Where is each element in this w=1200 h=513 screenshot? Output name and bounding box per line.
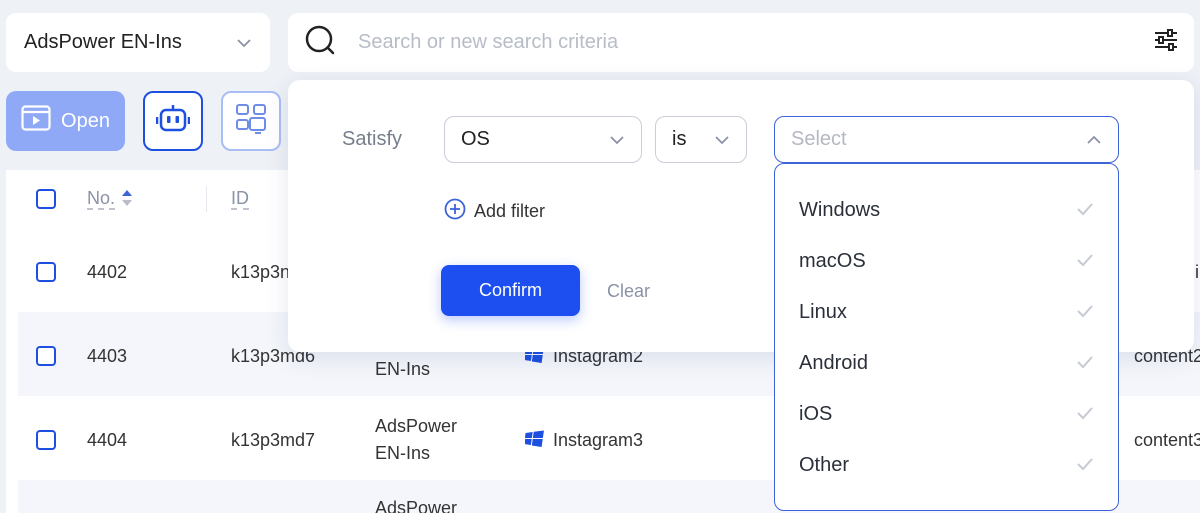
row-checkbox[interactable] — [36, 430, 56, 450]
option-other[interactable]: Other — [775, 440, 1118, 491]
option-label: Android — [799, 352, 868, 375]
check-icon — [1076, 403, 1094, 426]
column-divider — [206, 186, 207, 212]
row-checkbox[interactable] — [36, 262, 56, 282]
add-filter-label: Add filter — [474, 201, 545, 222]
clear-button[interactable]: Clear — [607, 281, 650, 302]
check-icon — [1076, 352, 1094, 375]
robot-icon — [156, 104, 190, 139]
search-bar[interactable]: Search or new search criteria — [288, 13, 1194, 72]
os-options-dropdown: Windows macOS Linux Android iOS Other — [774, 163, 1119, 511]
confirm-button[interactable]: Confirm — [441, 265, 580, 316]
option-windows[interactable]: Windows — [775, 185, 1118, 236]
chevron-down-icon — [609, 128, 625, 151]
window-sync-icon — [235, 103, 267, 140]
satisfy-label: Satisfy — [342, 128, 402, 151]
chevron-up-icon — [1086, 128, 1102, 151]
row-id: k13p3n — [231, 262, 290, 283]
option-ios[interactable]: iOS — [775, 389, 1118, 440]
browser-window-icon — [21, 105, 51, 137]
chevron-down-icon — [236, 31, 252, 54]
option-label: macOS — [799, 250, 866, 273]
option-linux[interactable]: Linux — [775, 287, 1118, 338]
row-name: Instagram3 — [553, 430, 643, 451]
filter-field-value: OS — [461, 128, 490, 151]
option-label: Windows — [799, 199, 880, 222]
check-icon — [1076, 454, 1094, 477]
option-android[interactable]: Android — [775, 338, 1118, 389]
filter-operator-value: is — [672, 128, 686, 151]
group-selector-value: AdsPower EN-Ins — [24, 31, 182, 54]
sync-button[interactable] — [221, 91, 281, 151]
row-group-suffix: EN-Ins — [375, 443, 430, 464]
row-no: 4404 — [87, 430, 127, 451]
filter-settings-icon[interactable] — [1154, 29, 1178, 56]
open-button[interactable]: Open — [6, 91, 125, 151]
group-selector[interactable]: AdsPower EN-Ins — [6, 13, 270, 72]
option-label: Linux — [799, 301, 847, 324]
filter-value-select[interactable]: Select — [774, 116, 1119, 163]
row-remark: content3 — [1134, 430, 1200, 451]
add-filter-button[interactable]: Add filter — [444, 198, 545, 225]
row-group: EN-Ins — [375, 359, 430, 380]
check-icon — [1076, 250, 1094, 273]
windows-icon — [525, 430, 545, 453]
column-header-no[interactable]: No. — [87, 188, 115, 209]
row-no: 4402 — [87, 262, 127, 283]
search-icon — [304, 24, 336, 61]
column-header-id[interactable]: ID — [231, 188, 249, 209]
row-checkbox[interactable] — [36, 346, 56, 366]
row-id: k13p3md7 — [231, 430, 315, 451]
open-button-label: Open — [61, 110, 110, 133]
select-all-checkbox[interactable] — [36, 189, 56, 209]
automation-button[interactable] — [143, 91, 203, 151]
option-label: iOS — [799, 403, 832, 426]
search-input[interactable]: Search or new search criteria — [358, 31, 618, 54]
option-macos[interactable]: macOS — [775, 236, 1118, 287]
filter-field-select[interactable]: OS — [444, 116, 642, 163]
chevron-down-icon — [714, 128, 730, 151]
option-label: Other — [799, 454, 849, 477]
filter-operator-select[interactable]: is — [655, 116, 747, 163]
row-group: AdsPower — [375, 498, 457, 513]
check-icon — [1076, 199, 1094, 222]
row-remark: i — [1195, 262, 1199, 283]
filter-value-placeholder: Select — [791, 128, 847, 151]
row-group: AdsPower — [375, 416, 457, 437]
sort-icon[interactable] — [121, 188, 133, 213]
plus-circle-icon — [444, 198, 466, 225]
check-icon — [1076, 301, 1094, 324]
row-no: 4403 — [87, 346, 127, 367]
